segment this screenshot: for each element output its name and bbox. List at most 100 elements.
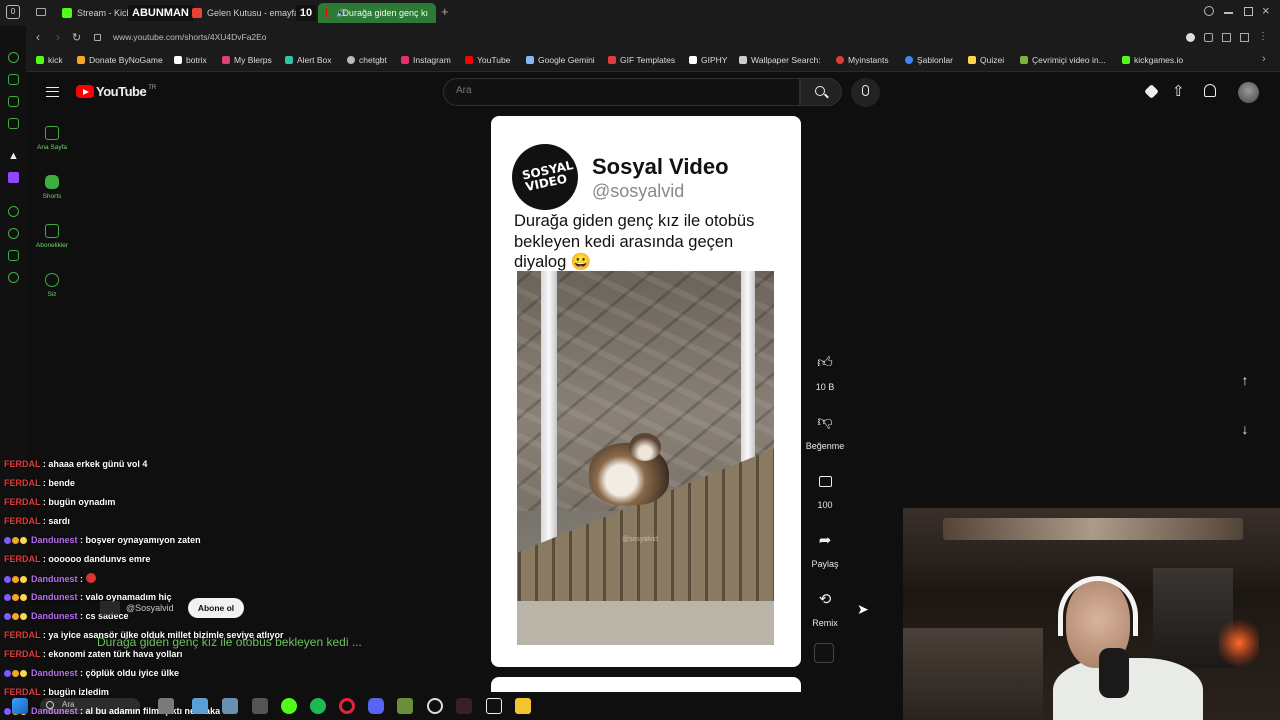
clock-icon[interactable] xyxy=(8,228,19,239)
share-button[interactable]: ➦ Paylaş xyxy=(804,525,846,569)
url-text[interactable]: www.youtube.com/shorts/4XU4DvFa2Eo xyxy=(113,32,267,42)
tab-counter[interactable]: 0 xyxy=(6,5,20,19)
chat-badges xyxy=(4,574,28,584)
capcut-icon[interactable] xyxy=(486,698,502,714)
bookmark-youtube[interactable]: YouTube xyxy=(465,55,510,65)
bookmark-sablonlar[interactable]: Şablonlar xyxy=(905,55,953,65)
taskbar-app-icon[interactable] xyxy=(192,698,208,714)
notifications-bell-icon[interactable] xyxy=(1204,84,1216,97)
bookmark-quizei[interactable]: Quizei xyxy=(968,55,1004,65)
bookmark-wallpaper[interactable]: Wallpaper Search: xyxy=(739,55,821,65)
twitch-icon[interactable] xyxy=(8,172,19,183)
short-video-player[interactable]: SOSYAL VIDEO Sosyal Video @sosyalvid Dur… xyxy=(491,116,801,667)
upload-icon[interactable]: ⇧ xyxy=(1172,82,1185,100)
bookmarks-bar: kick Donate ByNoGame botrix My Blerps Al… xyxy=(0,50,1280,72)
sound-thumbnail[interactable] xyxy=(814,643,834,663)
whatsapp-icon[interactable] xyxy=(8,74,19,85)
bookmark-kickgames[interactable]: kickgames.io xyxy=(1122,55,1183,65)
next-short-button[interactable]: ↓ xyxy=(1229,413,1261,445)
player-icon[interactable] xyxy=(8,206,19,217)
valorant-icon[interactable] xyxy=(456,698,472,714)
guide-home[interactable]: Ana Sayfa xyxy=(26,126,78,151)
image-icon[interactable] xyxy=(8,96,19,107)
bookmark-gif-templates[interactable]: GIF Templates xyxy=(608,55,675,65)
extension-icon[interactable] xyxy=(1186,33,1195,42)
comment-icon xyxy=(810,466,840,496)
bookmark-video-converter[interactable]: Çevrimiçi video in... xyxy=(1020,55,1106,65)
bookmark-instagram[interactable]: Instagram xyxy=(401,55,451,65)
channel-name: Sosyal Video xyxy=(592,154,729,179)
tab-overview-icon[interactable] xyxy=(36,8,46,16)
search-tabs-icon[interactable] xyxy=(1204,6,1214,16)
remix-button[interactable]: ⟲ Remix xyxy=(804,584,846,628)
chat-username: Dandunest xyxy=(31,574,78,584)
arc-icon[interactable]: ▲ xyxy=(8,150,19,162)
short-channel-thumb[interactable] xyxy=(100,601,120,615)
short-overlay-title[interactable]: Durağa giden genç kız ile otobüs bekleye… xyxy=(97,635,362,649)
search-input[interactable] xyxy=(456,85,776,96)
avatar[interactable] xyxy=(1238,82,1259,103)
bookmark-blerps[interactable]: My Blerps xyxy=(222,55,272,65)
previous-short-button[interactable]: ↑ xyxy=(1229,364,1261,396)
close-button[interactable]: × xyxy=(1262,3,1270,18)
subscribe-button[interactable]: Abone ol xyxy=(188,598,244,618)
bookmark-botrix[interactable]: botrix xyxy=(174,55,207,65)
bookmark-giphy[interactable]: GIPHY xyxy=(689,55,727,65)
search-button[interactable] xyxy=(800,78,842,106)
taskbar-app-icon[interactable] xyxy=(222,698,238,714)
forward-icon[interactable]: › xyxy=(56,30,60,44)
puzzle-icon[interactable] xyxy=(1204,33,1213,42)
new-tab-button[interactable]: + xyxy=(441,4,449,19)
bookmark-myinstants[interactable]: Myinstants xyxy=(836,55,889,65)
opera-icon[interactable] xyxy=(339,698,355,714)
like-button[interactable]: 👍︎ 10 B xyxy=(804,348,846,392)
next-short-preview[interactable] xyxy=(491,677,801,692)
back-icon[interactable]: ‹ xyxy=(36,30,40,44)
guide-you[interactable]: Siz xyxy=(26,273,78,298)
folder-icon[interactable] xyxy=(515,698,531,714)
minecraft-icon[interactable] xyxy=(397,698,413,714)
guide-shorts[interactable]: Shorts xyxy=(26,175,78,200)
bookmark-donate[interactable]: Donate ByNoGame xyxy=(77,55,163,65)
taskbar-app-icon[interactable] xyxy=(252,698,268,714)
bookmarks-overflow-icon[interactable]: › xyxy=(1262,53,1266,65)
settings-icon[interactable] xyxy=(8,272,19,283)
bookmark-chetgbt[interactable]: chetgbt xyxy=(347,55,387,65)
kick-taskbar-icon[interactable] xyxy=(281,698,297,714)
screenshot-icon[interactable] xyxy=(1240,33,1249,42)
chat-message: FERDAL : bende xyxy=(4,478,75,488)
menu-icon[interactable]: ⋮ xyxy=(1258,31,1268,42)
taskbar-app-icon[interactable] xyxy=(158,698,174,714)
short-overlay-handle[interactable]: @Sosyalvid xyxy=(126,603,174,613)
restore-button[interactable] xyxy=(1244,7,1253,16)
bookmark-alertbox[interactable]: Alert Box xyxy=(285,55,332,65)
extensions-icon[interactable] xyxy=(8,250,19,261)
taskbar-search[interactable]: Ara xyxy=(40,698,140,714)
minimize-button[interactable] xyxy=(1224,12,1233,14)
download-icon[interactable] xyxy=(1222,33,1231,42)
history-icon[interactable] xyxy=(8,52,19,63)
comments-button[interactable]: 100 xyxy=(804,466,846,510)
tab-youtube-active[interactable]: 🔊 Durağa giden genç kı xyxy=(318,3,436,23)
discord-icon[interactable] xyxy=(368,698,384,714)
stream-chat-overlay: FERDAL : ahaaa erkek günü vol 4 FERDAL :… xyxy=(4,456,424,720)
bookmark-kick[interactable]: kick xyxy=(36,55,63,65)
reload-icon[interactable]: ↻ xyxy=(72,31,81,44)
bookmark-label: kick xyxy=(48,55,63,65)
voice-search-button[interactable] xyxy=(851,78,880,107)
search-icon xyxy=(46,701,54,709)
hamburger-menu-icon[interactable] xyxy=(46,87,59,97)
search-box[interactable] xyxy=(443,78,800,106)
chat-badges xyxy=(4,668,28,678)
windows-start-icon[interactable] xyxy=(12,698,28,714)
tab-gmail[interactable]: Gelen Kutusu - emayfav xyxy=(184,3,314,23)
youtube-logo[interactable]: YouTube TR xyxy=(76,84,156,99)
mail-icon[interactable] xyxy=(8,118,19,129)
taskbar-app-icon[interactable] xyxy=(427,698,443,714)
dislike-button[interactable]: 👎︎ Beğenme xyxy=(804,407,846,451)
spotify-icon[interactable] xyxy=(310,698,326,714)
extension-icons[interactable]: ⋮ xyxy=(1186,31,1268,43)
bookmark-gemini[interactable]: Google Gemini xyxy=(526,55,595,65)
extension-icon[interactable] xyxy=(1144,84,1159,99)
guide-subscriptions[interactable]: Abonelikler xyxy=(26,224,78,249)
